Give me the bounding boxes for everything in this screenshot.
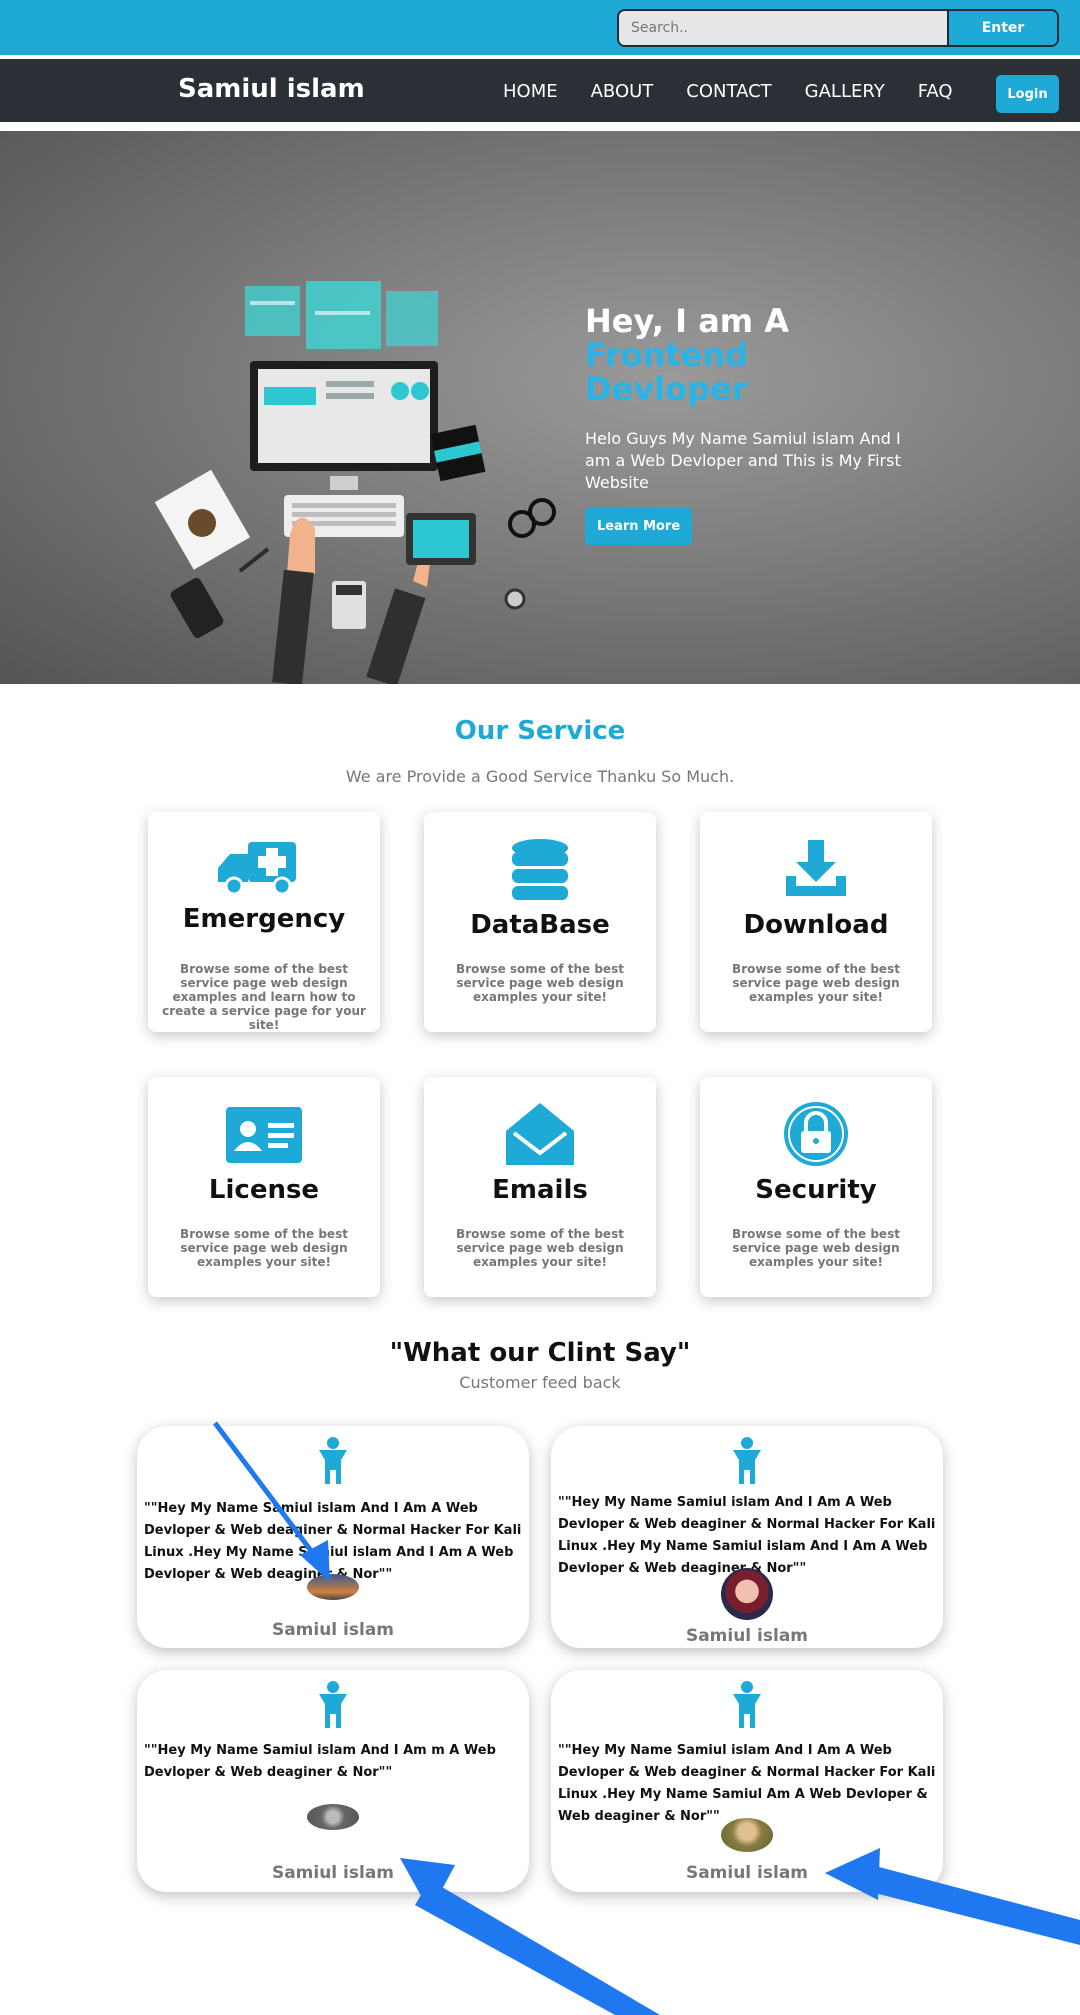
service-card-title: Download — [743, 910, 889, 940]
person-icon — [733, 1681, 761, 1728]
service-card-license[interactable]: License Browse some of the best service … — [148, 1077, 380, 1297]
download-icon — [786, 840, 846, 896]
hero-section: Hey, I am A Frontend Devloper Helo Guys … — [0, 131, 1080, 684]
testimonial-card: ""Hey My Name Samiul islam And I Am m A … — [137, 1670, 529, 1892]
service-card-emails[interactable]: Emails Browse some of the best service p… — [424, 1077, 656, 1297]
lock-icon — [784, 1102, 848, 1166]
search-input[interactable] — [619, 11, 947, 45]
service-card-text: Browse some of the best service page web… — [162, 962, 366, 1032]
avatar — [307, 1574, 359, 1600]
hero-description: Helo Guys My Name Samiul islam And I am … — [585, 429, 901, 492]
nav-links: HOME ABOUT CONTACT GALLERY FAQ — [503, 81, 986, 102]
top-search-bar: Enter — [0, 0, 1080, 55]
service-card-text: Browse some of the best service page web… — [456, 962, 624, 1004]
service-card-text: Browse some of the best service page web… — [732, 1227, 900, 1269]
service-card-title: Security — [755, 1175, 877, 1205]
testimonial-quote: ""Hey My Name Samiul islam And I Am A We… — [558, 1743, 936, 1824]
testimonial-name: Samiul islam — [685, 1863, 809, 1883]
hero-title-accent: Frontend Devloper — [585, 336, 749, 408]
services-subtitle: We are Provide a Good Service Thanku So … — [345, 767, 735, 786]
search-enter-button[interactable]: Enter — [947, 11, 1057, 45]
service-card-title: Emergency — [182, 904, 346, 934]
search-form: Enter — [617, 9, 1059, 47]
main-navbar: Samiul islam HOME ABOUT CONTACT GALLERY … — [0, 59, 1080, 127]
testimonial-name: Samiul islam — [271, 1620, 395, 1640]
brand-logo-text[interactable]: Samiul islam — [178, 74, 365, 104]
testimonials-title: "What our Clint Say" — [389, 1338, 691, 1368]
service-card-title: Emails — [492, 1175, 588, 1205]
workspace-illustration — [154, 281, 556, 684]
person-icon — [319, 1437, 347, 1484]
testimonial-name: Samiul islam — [685, 1626, 809, 1646]
person-icon — [319, 1681, 347, 1728]
database-icon — [512, 839, 568, 900]
nav-link-contact[interactable]: CONTACT — [686, 81, 771, 102]
id-card-icon — [226, 1107, 302, 1163]
service-card-title: License — [208, 1175, 320, 1205]
service-card-download[interactable]: Download Browse some of the best service… — [700, 812, 932, 1032]
envelope-icon — [506, 1103, 574, 1165]
testimonials-subtitle: Customer feed back — [459, 1373, 621, 1392]
nav-link-faq[interactable]: FAQ — [918, 81, 953, 102]
services-title: Our Service — [454, 716, 626, 746]
ambulance-icon — [218, 842, 296, 896]
person-icon — [733, 1437, 761, 1484]
testimonial-quote: ""Hey My Name Samiul islam And I Am A We… — [558, 1495, 936, 1576]
nav-link-home[interactable]: HOME — [503, 81, 558, 102]
service-card-security[interactable]: Security Browse some of the best service… — [700, 1077, 932, 1297]
avatar — [721, 1818, 773, 1852]
testimonial-card: ""Hey My Name Samiul islam And I Am A We… — [551, 1670, 943, 1892]
hero-text-block: Hey, I am A Frontend Devloper Helo Guys … — [585, 304, 915, 545]
login-button[interactable]: Login — [996, 75, 1059, 113]
hero-title: Hey, I am A Frontend Devloper — [585, 302, 790, 408]
service-card-text: Browse some of the best service page web… — [180, 1227, 348, 1269]
nav-link-about[interactable]: ABOUT — [591, 81, 654, 102]
learn-more-button[interactable]: Learn More — [585, 508, 693, 545]
testimonial-card: ""Hey My Name Samiul islam And I Am A We… — [551, 1426, 943, 1648]
service-card-emergency[interactable]: Emergency Browse some of the best servic… — [148, 812, 380, 1032]
service-card-text: Browse some of the best service page web… — [732, 962, 900, 1004]
service-card-text: Browse some of the best service page web… — [456, 1227, 624, 1269]
service-card-database[interactable]: DataBase Browse some of the best service… — [424, 812, 656, 1032]
testimonial-quote: ""Hey My Name Samiul islam And I Am m A … — [144, 1743, 496, 1780]
avatar — [307, 1804, 359, 1830]
service-card-title: DataBase — [470, 910, 610, 940]
testimonial-name: Samiul islam — [271, 1863, 395, 1883]
avatar — [721, 1568, 773, 1620]
testimonial-card: ""Hey My Name Samiul islam And I Am A We… — [137, 1426, 529, 1648]
nav-link-gallery[interactable]: GALLERY — [805, 81, 885, 102]
testimonial-quote: ""Hey My Name Samiul islam And I Am A We… — [144, 1501, 522, 1582]
